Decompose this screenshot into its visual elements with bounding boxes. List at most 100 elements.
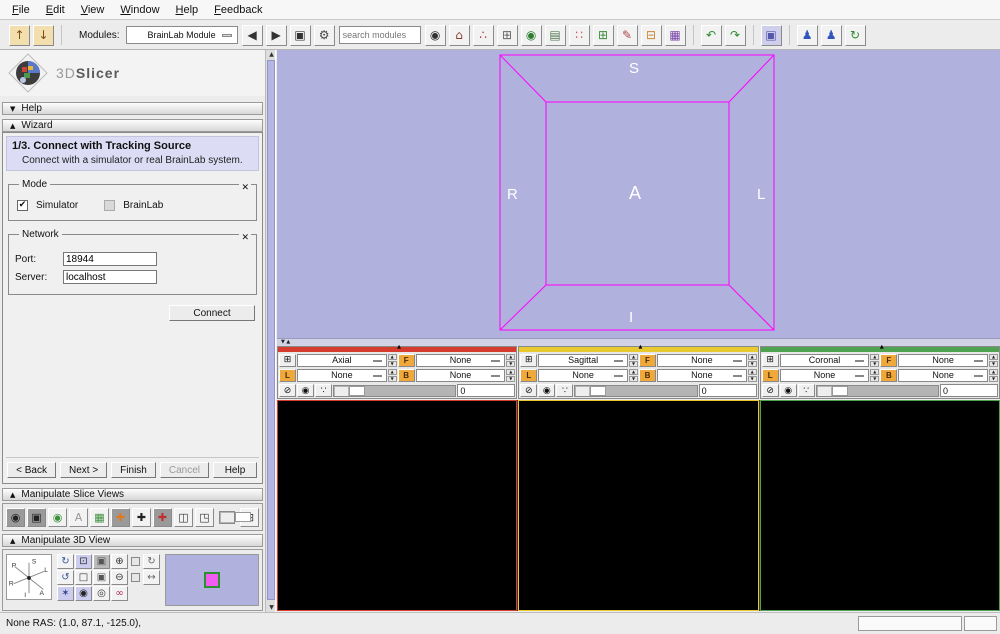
labelmap-layer-icon[interactable]: L: [279, 369, 296, 382]
rock-checkbox[interactable]: [131, 573, 140, 582]
help-section-header[interactable]: ▼ Help: [2, 102, 263, 115]
coronal-color-bar[interactable]: ▲: [761, 347, 999, 352]
home-module-icon[interactable]: ⌂: [449, 25, 470, 46]
navigation-zoom-box[interactable]: [204, 572, 220, 588]
slider-handle[interactable]: [590, 386, 606, 396]
axial-labelmap-dropdown[interactable]: None: [297, 369, 387, 382]
background-layer-icon[interactable]: B: [880, 369, 897, 382]
module-next-icon[interactable]: ▶: [266, 25, 287, 46]
modules-dropdown[interactable]: BrainLab Module: [126, 26, 238, 44]
axial-offset-value[interactable]: 0: [457, 384, 515, 397]
center-3dview-icon[interactable]: ⊡: [75, 554, 92, 569]
coronal-foreground-dropdown[interactable]: None: [898, 354, 988, 367]
field-of-view-slider[interactable]: [219, 511, 235, 524]
mode-close-icon[interactable]: ✕: [239, 183, 251, 193]
foreground-spinner[interactable]: ▲▼: [989, 354, 998, 367]
link-slices-icon[interactable]: ⊘: [762, 384, 779, 397]
module-gear-icon[interactable]: ⚙: [314, 25, 335, 46]
slider-handle[interactable]: [349, 386, 365, 396]
server-field[interactable]: [63, 270, 157, 284]
slice-visibility-icon[interactable]: ◉: [297, 384, 314, 397]
navigation-preview[interactable]: [165, 554, 259, 606]
sagittal-orientation-dropdown[interactable]: Sagittal: [538, 354, 628, 367]
data-module-icon[interactable]: ∴: [473, 25, 494, 46]
axial-color-bar[interactable]: ▲: [278, 347, 516, 352]
save-scene-icon[interactable]: ↓: [33, 25, 54, 46]
axial-offset-slider[interactable]: [333, 385, 456, 397]
background-spinner[interactable]: ▲▼: [506, 369, 515, 382]
menu-item-view[interactable]: View: [75, 2, 115, 18]
scroll-up-icon[interactable]: ▲: [267, 50, 276, 59]
compositing-icon[interactable]: ▦: [90, 508, 109, 527]
undo-icon[interactable]: ↶: [701, 25, 722, 46]
labelmap-spinner[interactable]: ▲▼: [870, 369, 879, 382]
search-modules-input[interactable]: [339, 26, 421, 44]
scrollbar-thumb[interactable]: [267, 60, 275, 600]
axial-background-dropdown[interactable]: None: [416, 369, 506, 382]
finish-button[interactable]: Finish: [111, 462, 156, 478]
colors-module-icon[interactable]: ▦: [665, 25, 686, 46]
slice-options-icon[interactable]: ∵: [556, 384, 573, 397]
fiducial-person-alt-icon[interactable]: ♟: [821, 25, 842, 46]
camera-icon[interactable]: ▣: [93, 570, 110, 585]
network-close-icon[interactable]: ✕: [239, 233, 251, 243]
sync-view-icon[interactable]: ↻: [845, 25, 866, 46]
background-layer-icon[interactable]: B: [398, 369, 415, 382]
panel-scrollbar[interactable]: ▲ ▼: [265, 50, 276, 612]
zoom-in-icon[interactable]: ⊕: [111, 554, 128, 569]
foreground-layer-icon[interactable]: F: [639, 354, 656, 367]
axis-orientation-widget[interactable]: P S L R A I: [6, 554, 52, 600]
fit-to-window-icon[interactable]: ◫: [174, 508, 193, 527]
foreground-spinner[interactable]: ▲▼: [748, 354, 757, 367]
measurements-module-icon[interactable]: ⊟: [641, 25, 662, 46]
brainlab-checkbox[interactable]: [104, 200, 115, 211]
labelmap-spinner[interactable]: ▲▼: [629, 369, 638, 382]
sagittal-viewport[interactable]: [518, 400, 758, 611]
screenshot-icon[interactable]: ◳: [195, 508, 214, 527]
sagittal-offset-value[interactable]: 0: [699, 384, 757, 397]
background-spinner[interactable]: ▲▼: [989, 369, 998, 382]
slice-menu-icon[interactable]: ⊞: [762, 354, 779, 367]
link-slices-icon[interactable]: ⊘: [520, 384, 537, 397]
slice-visibility-icon[interactable]: ◉: [780, 384, 797, 397]
annotation-letter-icon[interactable]: A: [69, 508, 88, 527]
foreground-layer-icon[interactable]: F: [398, 354, 415, 367]
transforms-module-icon[interactable]: ∷: [569, 25, 590, 46]
layers-module-icon[interactable]: ▤: [545, 25, 566, 46]
next-button[interactable]: Next >: [60, 462, 107, 478]
visibility-icon[interactable]: ◎: [93, 586, 110, 601]
slice-views-section-header[interactable]: ▲ Manipulate Slice Views: [2, 488, 263, 501]
zoom-out-icon[interactable]: ⊖: [111, 570, 128, 585]
foreground-spinner[interactable]: ▲▼: [506, 354, 515, 367]
stereo-icon[interactable]: ∞: [111, 586, 128, 601]
volumes-module-icon[interactable]: ⊞: [497, 25, 518, 46]
cancel-button[interactable]: Cancel: [160, 462, 209, 478]
search-modules-icon[interactable]: ◉: [425, 25, 446, 46]
screen-grab-icon[interactable]: ▣: [93, 554, 110, 569]
slice-menu-icon[interactable]: ⊞: [279, 354, 296, 367]
axial-orientation-dropdown[interactable]: Axial: [297, 354, 387, 367]
models-module-icon[interactable]: ◉: [521, 25, 542, 46]
rotate-roll-icon[interactable]: ↺: [57, 570, 74, 585]
layout-select-icon[interactable]: ▣: [290, 25, 311, 46]
menu-item-file[interactable]: File: [6, 2, 40, 18]
fit-slices-icon[interactable]: ▣: [27, 508, 46, 527]
sagittal-foreground-dropdown[interactable]: None: [657, 354, 747, 367]
axial-foreground-dropdown[interactable]: None: [416, 354, 506, 367]
screen-capture-icon[interactable]: ▣: [761, 25, 782, 46]
port-field[interactable]: [63, 252, 157, 266]
menu-item-window[interactable]: Window: [114, 2, 169, 18]
background-layer-icon[interactable]: B: [639, 369, 656, 382]
coronal-background-dropdown[interactable]: None: [898, 369, 988, 382]
connect-button[interactable]: Connect: [169, 305, 255, 321]
orientation-spinner[interactable]: ▲▼: [629, 354, 638, 367]
coronal-offset-slider[interactable]: [816, 385, 939, 397]
coronal-viewport[interactable]: [760, 400, 1000, 611]
slice-options-icon[interactable]: ∵: [315, 384, 332, 397]
editor-module-icon[interactable]: ⊞: [593, 25, 614, 46]
foreground-layer-icon[interactable]: F: [880, 354, 897, 367]
orientation-spinner[interactable]: ▲▼: [388, 354, 397, 367]
load-scene-icon[interactable]: ↑: [9, 25, 30, 46]
orientation-spinner[interactable]: ▲▼: [870, 354, 879, 367]
rotate-pitch-icon[interactable]: ↻: [57, 554, 74, 569]
